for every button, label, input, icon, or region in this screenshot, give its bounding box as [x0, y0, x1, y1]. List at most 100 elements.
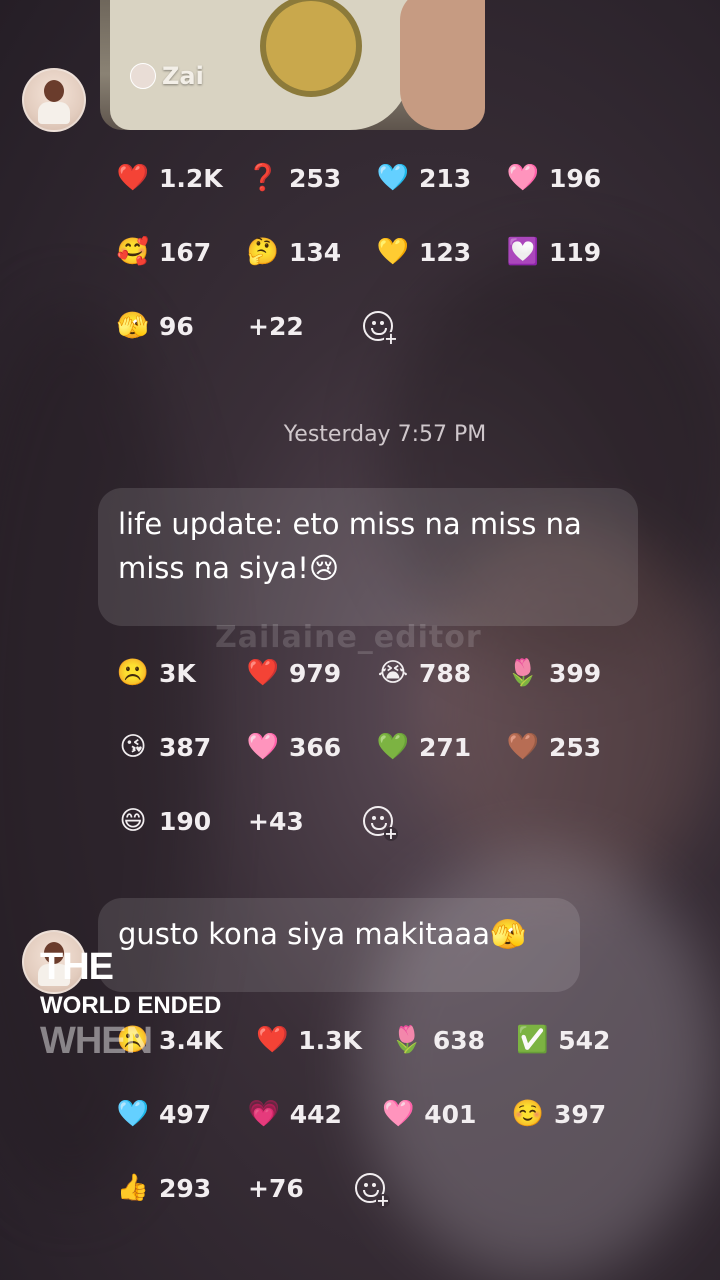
more-reactions-button[interactable]: +43 [248, 807, 363, 836]
reaction-pill[interactable]: 🌷 638 [391, 1024, 516, 1056]
plus-icon: + [384, 329, 398, 348]
reaction-pill[interactable]: 🤎 253 [507, 731, 637, 763]
reaction-count: 293 [159, 1173, 212, 1203]
add-reaction-icon[interactable]: + [363, 806, 398, 842]
reaction-pill[interactable]: 🥰 167 [117, 236, 247, 268]
reaction-count: 638 [432, 1025, 486, 1055]
reaction-pill[interactable]: 🩵 497 [117, 1098, 248, 1130]
reaction-count: 399 [549, 658, 602, 688]
reaction-count: 134 [289, 237, 342, 267]
reaction-pill[interactable]: 🌷 399 [507, 657, 637, 689]
reaction-count: 979 [289, 658, 342, 688]
reaction-row: 😘 387 🩷 366 💚 271 🤎 253 [117, 710, 637, 784]
reaction-pill[interactable]: 🩷 196 [507, 162, 637, 194]
message-bubble[interactable]: life update: eto miss na miss na miss na… [98, 488, 638, 626]
reaction-pill[interactable]: ✅ 542 [516, 1024, 637, 1056]
caption-line-3: WHEN [40, 1020, 153, 1062]
reaction-count: 167 [159, 237, 212, 267]
reaction-row: 😄 190 +43 + [117, 784, 637, 858]
thinking-face-icon: 🤔 [246, 237, 280, 267]
reaction-row: 👍 293 +76 + [117, 1151, 637, 1225]
reaction-count: 271 [419, 732, 472, 762]
add-reaction-icon[interactable]: + [355, 1173, 390, 1209]
reaction-pill[interactable]: 🫣 96 [117, 310, 248, 342]
red-heart-icon: ❤️ [116, 163, 150, 193]
sender-name: Zai [162, 62, 204, 90]
reaction-pill[interactable]: ☺️ 397 [512, 1098, 637, 1130]
reaction-row: 🫣 96 +22 + [117, 289, 637, 363]
reaction-pill[interactable]: 😄 190 [117, 805, 248, 837]
peeking-face-icon: 🫣 [116, 311, 150, 341]
kissing-face-icon: 😘 [119, 732, 147, 762]
mini-avatar [130, 63, 156, 89]
avatar-torso [38, 102, 70, 124]
reactions-group: ❤️ 1.2K ❓ 253 🩵 213 🩷 196 🥰 167 🤔 134 💛 123 💟 11… [117, 141, 637, 363]
tulip-icon: 🌷 [390, 1025, 424, 1055]
more-reactions-button[interactable]: +22 [248, 312, 363, 341]
reaction-count: 213 [419, 163, 472, 193]
photo-message[interactable]: Zai [100, 0, 485, 130]
reaction-count: 253 [289, 163, 342, 193]
smiling-face-icon: ☺️ [511, 1099, 545, 1129]
reaction-count: 366 [289, 732, 342, 762]
reactions-group: ☹️ 3K ❤️ 979 😭 788 🌷 399 😘 387 🩷 366 💚 271 🤎 253… [117, 636, 637, 858]
pink-heart-icon: 🩷 [382, 1099, 415, 1129]
reaction-row: 🩵 497 💗 442 🩷 401 ☺️ 397 [117, 1077, 637, 1151]
reaction-count: 96 [159, 311, 194, 341]
crying-face-icon: 😭 [377, 658, 409, 688]
reaction-count: 1.3K [298, 1025, 362, 1055]
growing-heart-icon: 💗 [247, 1099, 280, 1129]
reaction-row: 🥰 167 🤔 134 💛 123 💟 119 [117, 215, 637, 289]
reaction-row: ☹️ 3K ❤️ 979 😭 788 🌷 399 [117, 636, 637, 710]
sender-label: Zai [130, 62, 204, 90]
reaction-pill[interactable]: ❤️ 979 [247, 657, 377, 689]
reaction-pill[interactable]: ❤️ 1.3K [256, 1024, 391, 1056]
smiling-hearts-face-icon: 🥰 [116, 237, 150, 267]
reaction-count: 542 [558, 1025, 611, 1055]
reaction-pill[interactable]: 😘 387 [117, 731, 247, 763]
reaction-pill[interactable]: 💛 123 [377, 236, 507, 268]
timestamp: Yesterday 7:57 PM [283, 422, 487, 447]
frowning-face-icon: ☹️ [116, 658, 150, 688]
avatar-face [44, 80, 64, 102]
reaction-pill[interactable]: 🤔 134 [247, 236, 377, 268]
caption-line-1: THE [40, 946, 114, 988]
reaction-pill[interactable]: ☹️ 3K [117, 657, 247, 689]
reaction-pill[interactable]: 💟 119 [507, 236, 637, 268]
plus-icon: + [384, 824, 398, 843]
pink-heart-icon: 🩷 [506, 163, 540, 193]
reaction-count: 3K [159, 658, 196, 688]
reaction-pill[interactable]: 💗 442 [248, 1098, 383, 1130]
light-blue-heart-icon: 🩵 [376, 163, 410, 193]
more-reactions-button[interactable]: +76 [248, 1174, 355, 1203]
brown-heart-icon: 🤎 [506, 732, 540, 762]
heart-decoration-icon: 💟 [506, 237, 540, 267]
reaction-count: 442 [289, 1099, 342, 1129]
pink-heart-icon: 🩷 [246, 732, 280, 762]
reaction-count: 253 [549, 732, 602, 762]
photo-arm [400, 0, 485, 130]
reaction-pill[interactable]: 😭 788 [377, 657, 507, 689]
reaction-pill[interactable]: ❤️ 1.2K [117, 162, 247, 194]
reaction-count: 387 [159, 732, 212, 762]
reaction-pill[interactable]: 🩷 401 [382, 1098, 512, 1130]
reaction-pill[interactable]: 🩷 366 [247, 731, 377, 763]
green-heart-icon: 💚 [376, 732, 410, 762]
red-heart-icon: ❤️ [246, 658, 280, 688]
reaction-pill[interactable]: 💚 271 [377, 731, 507, 763]
reaction-pill[interactable]: 🩵 213 [377, 162, 507, 194]
light-blue-heart-icon: 🩵 [116, 1099, 150, 1129]
question-mark-icon: ❓ [246, 163, 280, 193]
check-mark-icon: ✅ [516, 1025, 549, 1055]
reaction-count: 497 [159, 1099, 212, 1129]
reaction-pill[interactable]: ❓ 253 [247, 162, 377, 194]
avatar[interactable] [22, 68, 86, 132]
reaction-pill[interactable]: 👍 293 [117, 1172, 248, 1204]
reaction-count: 123 [419, 237, 472, 267]
reaction-count: 788 [419, 658, 472, 688]
grinning-face-icon: 😄 [119, 806, 147, 836]
add-reaction-icon[interactable]: + [363, 311, 398, 347]
tulip-icon: 🌷 [506, 658, 540, 688]
reaction-count: 397 [554, 1099, 607, 1129]
reaction-count: 190 [159, 806, 212, 836]
